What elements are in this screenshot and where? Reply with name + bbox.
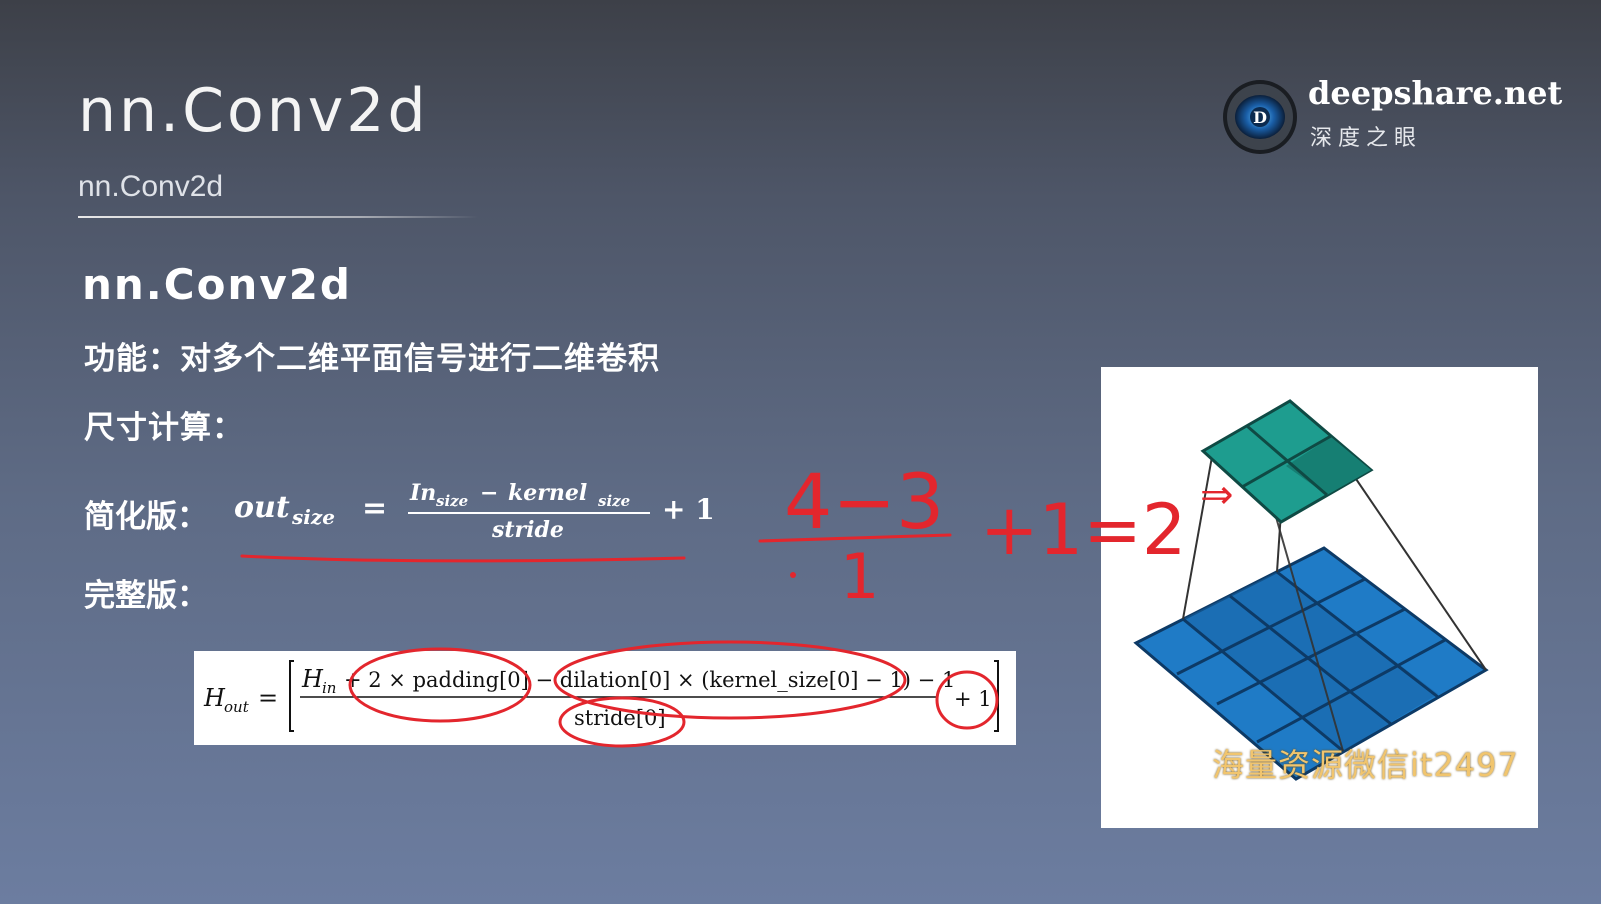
formula-in: In xyxy=(409,480,436,506)
formula-h-out-sub: out xyxy=(224,698,250,716)
title-divider xyxy=(78,216,478,218)
formula-full-equals: = xyxy=(258,684,278,712)
formula-stride: stride xyxy=(491,517,564,543)
formula-out-sub: size xyxy=(291,505,335,529)
function-description: 功能：对多个二维平面信号进行二维卷积 xyxy=(84,341,660,377)
full-formula: H out = H in + 2 × padding[0] − dilation… xyxy=(194,651,1016,745)
slide-title: nn.Conv2d xyxy=(78,76,429,146)
slide-subtitle: nn.Conv2d xyxy=(78,170,224,203)
formula-out: out xyxy=(234,490,290,525)
formula-kernel: kernel xyxy=(508,480,587,506)
formula-full-plus-one: + 1 xyxy=(954,687,992,711)
formula-numerator: + 2 × padding[0] − dilation[0] × (kernel… xyxy=(344,668,955,692)
hand-numerator: 4−3 xyxy=(784,457,944,546)
brand-name: deepshare.net xyxy=(1308,74,1563,112)
formula-plus-one: + 1 xyxy=(662,493,715,526)
brand-subtitle: 深度之眼 xyxy=(1310,126,1423,151)
size-calc-label: 尺寸计算： xyxy=(84,410,244,446)
logo-letter: D xyxy=(1253,108,1267,127)
formula-equals: = xyxy=(362,491,387,526)
formula-denominator: stride[0] xyxy=(574,706,666,730)
hand-denominator: 1 xyxy=(840,540,879,613)
formula-minus: − xyxy=(480,480,498,506)
deepshare-logo-icon: D xyxy=(1223,80,1297,154)
formula-kernel-sub: size xyxy=(598,492,630,510)
formula-h: H xyxy=(203,684,226,712)
formula-h-in-sub: in xyxy=(322,679,336,697)
underline-simple-formula xyxy=(240,554,686,563)
simple-version-label: 简化版： xyxy=(84,499,208,535)
watermark-text: 海量资源微信it2497 xyxy=(1212,746,1519,784)
formula-in-sub: size xyxy=(436,492,468,510)
section-heading: nn.Conv2d xyxy=(82,260,352,309)
simplified-formula: out size = In size − kernel size stride … xyxy=(234,480,715,543)
full-version-label: 完整版： xyxy=(84,578,208,614)
hand-fraction-line xyxy=(758,533,952,543)
formula-h-in: H xyxy=(301,665,324,693)
hand-dot xyxy=(790,572,796,578)
